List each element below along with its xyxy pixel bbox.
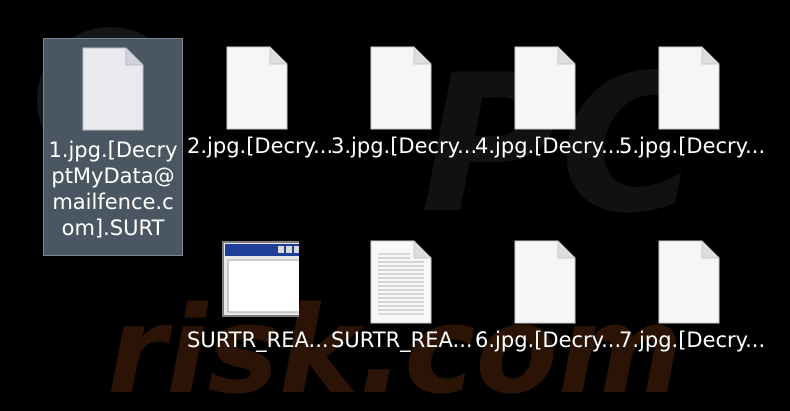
file-item-9[interactable]: 7.jpg.[Decry...	[619, 232, 766, 362]
text-file-icon	[370, 240, 432, 324]
file-name: SURTR_REA...	[187, 328, 329, 352]
file-item-4[interactable]: 4.jpg.[Decry...	[475, 38, 622, 168]
file-name: 1.jpg.[DecryptMyData@mailfence.com].SURT	[48, 138, 178, 240]
file-item-2[interactable]: 2.jpg.[Decry...	[187, 38, 334, 168]
file-name: 6.jpg.[Decry...	[475, 328, 622, 352]
file-name: 3.jpg.[Decry...	[331, 134, 478, 158]
blank-file-icon	[82, 47, 144, 131]
file-name: SURTR_REA...	[331, 328, 473, 352]
file-item-3[interactable]: 3.jpg.[Decry...	[331, 38, 478, 168]
file-name: 2.jpg.[Decry...	[187, 134, 334, 158]
window-app-icon	[222, 241, 299, 317]
blank-file-icon	[514, 240, 576, 324]
blank-file-icon	[514, 46, 576, 130]
blank-file-icon	[226, 46, 288, 130]
file-name: 7.jpg.[Decry...	[619, 328, 766, 352]
file-item-6[interactable]: SURTR_REA...	[187, 232, 329, 362]
file-name: 5.jpg.[Decry...	[619, 134, 766, 158]
file-item-7[interactable]: SURTR_REA...	[331, 232, 473, 362]
file-name: 4.jpg.[Decry...	[475, 134, 622, 158]
blank-file-icon	[658, 46, 720, 130]
file-item-1[interactable]: 1.jpg.[DecryptMyData@mailfence.com].SURT	[43, 38, 183, 256]
blank-file-icon	[658, 240, 720, 324]
blank-file-icon	[370, 46, 432, 130]
file-item-8[interactable]: 6.jpg.[Decry...	[475, 232, 622, 362]
file-item-5[interactable]: 5.jpg.[Decry...	[619, 38, 766, 168]
